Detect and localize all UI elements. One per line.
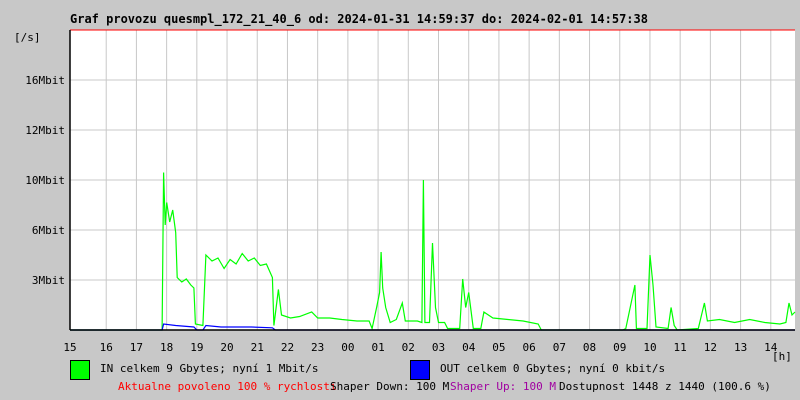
x-tick-label: 00 [341, 341, 354, 354]
x-tick-label: 10 [643, 341, 656, 354]
legend-out-swatch [410, 360, 430, 380]
traffic-graph: Graf provozu quesmpl_172_21_40_6 od: 202… [0, 0, 800, 400]
y-tick-label: 16Mbit [25, 74, 65, 87]
x-axis-unit: [h] [772, 350, 792, 363]
plot-area: 15 16 17 18 19 20 21 22 23 00 01 02 03 04 05 06 07 08 09 10… [25, 29, 796, 354]
y-tick-label: 6Mbit [32, 224, 65, 237]
x-tick-label: 08 [583, 341, 596, 354]
x-tick-label: 05 [492, 341, 505, 354]
legend-in-label: IN celkem 9 Gbytes; nyní 1 Mbit/s [100, 362, 319, 375]
x-tick-label: 04 [462, 341, 476, 354]
x-tick-label: 19 [190, 341, 203, 354]
y-tick-label: 12Mbit [25, 124, 65, 137]
x-tick-label: 23 [311, 341, 324, 354]
x-tick-label: 22 [281, 341, 294, 354]
x-tick-label: 11 [674, 341, 687, 354]
x-tick-label: 12 [704, 341, 717, 354]
x-tick-label: 02 [402, 341, 415, 354]
x-tick-label: 15 [63, 341, 76, 354]
x-tick-label: 18 [160, 341, 173, 354]
availability: Dostupnost 1448 z 1440 (100.6 %) [559, 380, 771, 393]
legend-out-label: OUT celkem 0 Gbytes; nyní 0 kbit/s [440, 362, 666, 375]
x-tick-label: 21 [251, 341, 264, 354]
x-tick-label: 16 [100, 341, 113, 354]
x-tick-label: 20 [220, 341, 233, 354]
x-tick-label: 07 [553, 341, 566, 354]
y-tick-label: 10Mbit [25, 174, 65, 187]
x-tick-label: 03 [432, 341, 445, 354]
x-tick-label: 13 [734, 341, 747, 354]
x-tick-label: 09 [613, 341, 626, 354]
legend-in-swatch [70, 360, 90, 380]
y-tick-label: 3Mbit [32, 274, 65, 287]
x-tick-label: 17 [130, 341, 143, 354]
shaper-down: Shaper Down: 100 M [330, 380, 450, 393]
allowed-speed: Aktualne povoleno 100 % rychlosti [118, 380, 337, 393]
x-tick-label: 06 [523, 341, 536, 354]
x-tick-label: 01 [371, 341, 384, 354]
shaper-up: Shaper Up: 100 M [450, 380, 556, 393]
